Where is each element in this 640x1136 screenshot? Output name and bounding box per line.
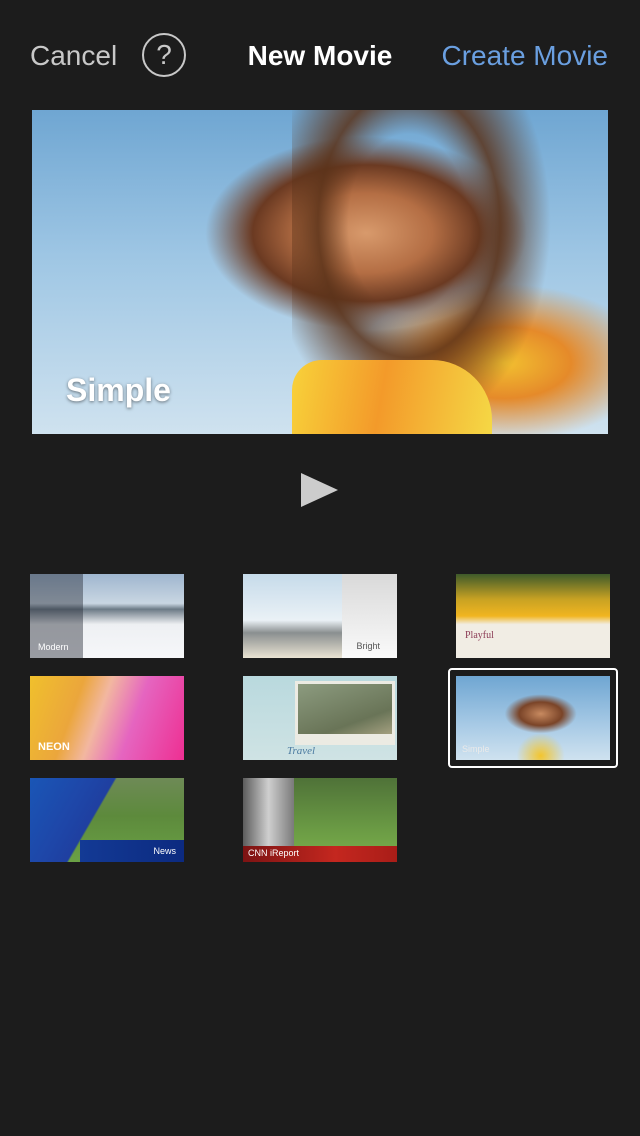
theme-label: Travel	[287, 745, 316, 757]
cancel-button[interactable]: Cancel	[30, 40, 117, 72]
theme-label: Playful	[465, 630, 494, 641]
theme-overlay	[295, 681, 395, 745]
preview-image-detail	[292, 360, 492, 434]
navigation-bar: Cancel ? New Movie Create Movie	[0, 0, 640, 110]
help-icon: ?	[156, 39, 172, 70]
theme-label: News	[153, 846, 176, 856]
theme-preview: Simple	[32, 110, 608, 434]
theme-bright[interactable]: Bright	[243, 574, 397, 658]
theme-cnn-ireport[interactable]: CNN iReport	[243, 778, 397, 862]
theme-photo	[298, 684, 392, 734]
theme-thumbnail: Simple	[456, 676, 610, 760]
globe-graphic	[243, 778, 294, 846]
theme-label: Bright	[356, 641, 380, 651]
theme-neon[interactable]: NEON	[30, 676, 184, 760]
help-button[interactable]: ?	[142, 33, 186, 77]
theme-label: Simple	[462, 744, 490, 754]
theme-simple-selected[interactable]: Simple	[448, 668, 618, 768]
create-movie-button[interactable]: Create Movie	[441, 40, 608, 72]
theme-modern[interactable]: Modern	[30, 574, 184, 658]
theme-playful[interactable]: Playful	[456, 574, 610, 658]
theme-label: NEON	[38, 741, 70, 753]
theme-travel[interactable]: Travel	[243, 676, 397, 760]
theme-news[interactable]: News	[30, 778, 184, 862]
theme-label: CNN iReport	[248, 848, 300, 858]
play-icon[interactable]	[301, 473, 338, 507]
theme-label: Modern	[38, 642, 69, 652]
preview-theme-label: Simple	[66, 372, 171, 408]
